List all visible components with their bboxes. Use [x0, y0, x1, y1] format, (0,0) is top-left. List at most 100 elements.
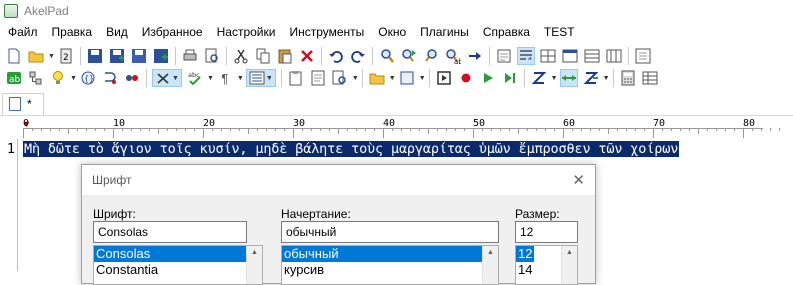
- session-icon[interactable]: [398, 69, 416, 87]
- menu-favorites[interactable]: Избранное: [135, 25, 210, 39]
- calculator-icon[interactable]: [619, 69, 637, 87]
- save-all-icon[interactable]: [130, 47, 148, 65]
- search-doc-dropdown-icon[interactable]: ▼: [352, 75, 359, 82]
- marks-dropdown-icon[interactable]: ▼: [237, 75, 244, 82]
- settings-icon[interactable]: [634, 47, 652, 65]
- scroll-sync-icon[interactable]: [559, 69, 578, 87]
- font-input[interactable]: Consolas: [93, 221, 247, 243]
- close-icon[interactable]: ✕: [572, 171, 585, 189]
- mdi-window-icon[interactable]: [561, 47, 579, 65]
- reopen-icon[interactable]: 2: [57, 47, 75, 65]
- save-all-plus-icon[interactable]: [152, 47, 170, 65]
- copy-icon[interactable]: [254, 47, 272, 65]
- font-list-item-selected[interactable]: Consolas: [94, 246, 246, 262]
- find-icon[interactable]: [378, 47, 396, 65]
- size-list[interactable]: 12 14 ▲: [515, 245, 578, 285]
- ruler-label-60: 60: [563, 118, 576, 129]
- style-list-item[interactable]: курсив: [282, 262, 498, 278]
- style-list-item-selected[interactable]: обычный: [282, 246, 482, 262]
- spell-check-icon[interactable]: abc: [186, 69, 204, 87]
- delete-icon[interactable]: [298, 47, 316, 65]
- replace-icon[interactable]: ab: [444, 47, 462, 65]
- scroll-up-icon[interactable]: ▲: [487, 249, 494, 284]
- format-list-icon[interactable]: ▼: [245, 69, 276, 87]
- menu-plugins[interactable]: Плагины: [413, 25, 476, 39]
- menu-settings[interactable]: Настройки: [210, 25, 283, 39]
- open-dropdown-icon[interactable]: ▼: [48, 53, 55, 60]
- find-prev-icon[interactable]: [422, 47, 440, 65]
- font-list[interactable]: Consolas Constantia ▲: [93, 245, 263, 285]
- window-tile-icon[interactable]: [583, 47, 601, 65]
- save-icon[interactable]: [86, 47, 104, 65]
- hint-lightbulb-icon[interactable]: [49, 69, 67, 87]
- marks-icon[interactable]: ¶: [216, 69, 234, 87]
- session-dropdown-icon[interactable]: ▼: [419, 75, 426, 82]
- open-folder-2-icon[interactable]: [368, 69, 386, 87]
- plugin-green-icon[interactable]: ab: [5, 69, 23, 87]
- size-list-item-selected[interactable]: 12: [516, 246, 534, 262]
- macro-record-icon[interactable]: [457, 69, 475, 87]
- ruler-tick: [293, 128, 294, 138]
- scroll-up-icon[interactable]: ▲: [566, 249, 573, 284]
- undo-icon[interactable]: [327, 47, 345, 65]
- menu-file[interactable]: Файл: [0, 25, 45, 39]
- menu-tools[interactable]: Инструменты: [282, 25, 371, 39]
- size-list-scrollbar[interactable]: ▲: [561, 246, 577, 284]
- font-settings-icon[interactable]: [605, 47, 623, 65]
- ruler-label-70: 70: [653, 118, 666, 129]
- document-tab[interactable]: *: [2, 92, 44, 115]
- word-wrap-icon[interactable]: [516, 47, 535, 65]
- macro-play-icon[interactable]: [479, 69, 497, 87]
- split-window-icon[interactable]: [539, 47, 557, 65]
- macro-play-frame-icon[interactable]: [435, 69, 453, 87]
- explorer-icon[interactable]: [27, 69, 45, 87]
- ruler-tick: [734, 128, 735, 131]
- ruler-tick: [194, 128, 195, 131]
- macro-play-repeat-icon[interactable]: [501, 69, 519, 87]
- code-fold-icon[interactable]: [101, 69, 119, 87]
- folder-dropdown-icon[interactable]: ▼: [389, 75, 396, 82]
- special-char-icon[interactable]: [123, 69, 141, 87]
- cut-icon[interactable]: [232, 47, 250, 65]
- menu-edit[interactable]: Правка: [45, 25, 100, 39]
- go-to-line-icon[interactable]: [466, 47, 484, 65]
- spell-dropdown-icon[interactable]: ▼: [207, 75, 214, 82]
- clipboard-icon[interactable]: [287, 69, 305, 87]
- hint-dropdown-icon[interactable]: ▼: [70, 75, 77, 82]
- open-folder-icon[interactable]: [27, 47, 45, 65]
- ruler-label-40: 40: [383, 118, 396, 129]
- menu-window[interactable]: Окно: [371, 25, 413, 39]
- print-preview-icon[interactable]: [203, 47, 221, 65]
- insert-date-icon[interactable]: [495, 47, 513, 65]
- script-z-icon[interactable]: [530, 69, 548, 87]
- table-icon[interactable]: [641, 69, 659, 87]
- editor-area[interactable]: 1 Μὴ δῶτε τὸ ἅγιον τοῖς κυσίν, μηδὲ βάλη…: [0, 139, 793, 158]
- new-file-icon[interactable]: [5, 47, 23, 65]
- script2-dropdown-icon[interactable]: ▼: [603, 75, 610, 82]
- save-as-icon[interactable]: [108, 47, 126, 65]
- scroll-up-icon[interactable]: ▲: [251, 249, 258, 284]
- close-tab-icon[interactable]: ▼: [151, 69, 182, 87]
- coder-icon[interactable]: {}: [79, 69, 97, 87]
- paste-icon[interactable]: [276, 47, 294, 65]
- font-list-scrollbar[interactable]: ▲: [246, 246, 262, 284]
- style-input[interactable]: обычный: [281, 221, 499, 243]
- menu-test[interactable]: TEST: [537, 25, 582, 39]
- menu-help[interactable]: Справка: [476, 25, 537, 39]
- search-doc-icon[interactable]: [331, 69, 349, 87]
- script-dropdown-icon[interactable]: ▼: [551, 75, 558, 82]
- ruler-tick: [644, 128, 645, 131]
- find-next-icon[interactable]: [400, 47, 418, 65]
- log-icon[interactable]: [309, 69, 327, 87]
- ruler-tick: [32, 128, 33, 131]
- selected-text-line[interactable]: Μὴ δῶτε τὸ ἅγιον τοῖς κυσίν, μηδὲ βάλητε…: [23, 140, 680, 157]
- script-z2-icon[interactable]: [582, 69, 600, 87]
- ruler-tick: [185, 128, 186, 131]
- size-input[interactable]: 12: [515, 221, 578, 243]
- redo-icon[interactable]: [349, 47, 367, 65]
- print-icon[interactable]: [181, 47, 199, 65]
- font-list-item[interactable]: Constantia: [94, 262, 262, 278]
- style-list-scrollbar[interactable]: ▲: [482, 246, 498, 284]
- menu-view[interactable]: Вид: [99, 25, 135, 39]
- style-list[interactable]: обычный курсив ▲: [281, 245, 499, 285]
